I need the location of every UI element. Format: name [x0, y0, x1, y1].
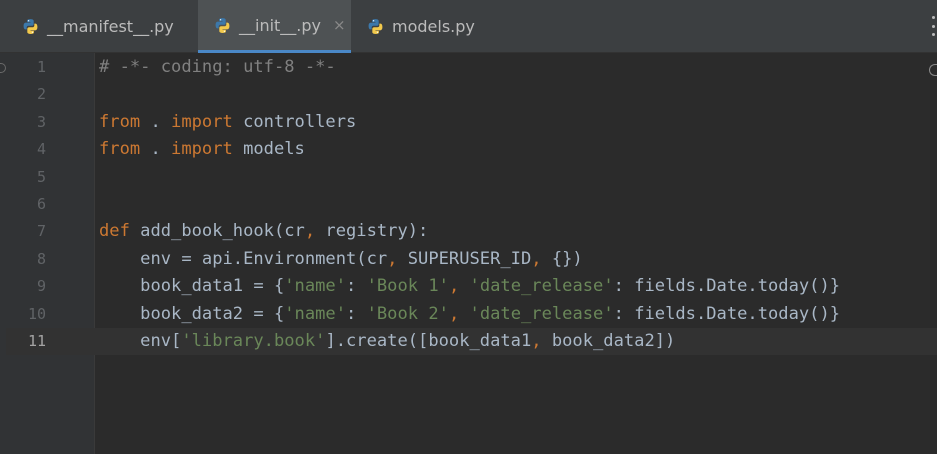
python-file-icon	[215, 17, 230, 33]
code-text[interactable]: env['library.book'].create([book_data1, …	[99, 328, 675, 355]
tab-label: models.py	[392, 17, 475, 36]
line-number: 2	[36, 85, 46, 104]
tab-label: __init__.py	[239, 15, 322, 35]
code-token: ,	[448, 276, 460, 297]
line-number: 11	[27, 332, 46, 350]
code-token: 'date_release'	[469, 303, 614, 324]
more-options-icon[interactable]	[930, 16, 936, 36]
code-token: .	[140, 139, 172, 160]
code-token: SUPERUSER_ID	[397, 248, 532, 269]
code-token: ,	[531, 331, 542, 351]
code-token: # -*- coding: utf-8 -*-	[99, 57, 336, 77]
code-token: env[	[99, 331, 182, 351]
code-token: from	[99, 111, 141, 132]
line-number: 3	[36, 112, 46, 131]
close-icon[interactable]: ×	[333, 16, 346, 34]
code-text[interactable]: # -*- coding: utf-8 -*-	[99, 54, 336, 81]
code-line[interactable]: 10 book_data2 = {'name': 'Book 2', 'date…	[6, 301, 937, 328]
tab-manifest[interactable]: __manifest__.py	[22, 0, 198, 53]
code-line[interactable]: 4 from . import models	[6, 136, 937, 163]
code-text[interactable]: from . import controllers	[99, 109, 356, 136]
line-number: 9	[36, 277, 46, 296]
code-line[interactable]: 2	[6, 81, 937, 108]
python-file-icon	[368, 19, 383, 34]
code-token: 'name'	[284, 303, 346, 324]
code-token: from	[99, 139, 141, 160]
code-token: ,	[531, 248, 542, 269]
line-number: 8	[36, 249, 46, 268]
editor-tab-bar: __manifest__.py __init__.py × models.py	[0, 0, 937, 53]
code-line[interactable]: 7 def add_book_hook(cr, registry):	[6, 218, 937, 245]
code-token: .	[140, 111, 172, 132]
code-text[interactable]: env = api.Environment(cr, SUPERUSER_ID, …	[99, 246, 583, 273]
tab-label: __manifest__.py	[47, 17, 174, 36]
code-text[interactable]: from . import models	[99, 136, 305, 163]
line-number: 6	[36, 195, 46, 213]
code-token: 'Book 2'	[366, 303, 449, 324]
code-token: add_book_hook(cr	[129, 221, 305, 242]
code-token: {})	[541, 248, 583, 269]
code-token: 'date_release'	[469, 276, 614, 297]
code-line[interactable]: 11 env['library.book'].create([book_data…	[6, 328, 937, 355]
code-token: controllers	[232, 111, 357, 132]
code-token: def	[99, 221, 130, 242]
code-token: book_data2 = {	[99, 303, 285, 324]
code-token: : fields.Date.today()}	[613, 303, 841, 324]
tab-models[interactable]: models.py	[351, 0, 491, 53]
code-token: :	[346, 276, 367, 297]
code-token: : fields.Date.today()}	[613, 276, 841, 297]
code-line[interactable]: 9 book_data1 = {'name': 'Book 1', 'date_…	[6, 273, 937, 300]
inspection-marker-icon[interactable]	[929, 64, 937, 76]
code-line[interactable]: 6	[6, 191, 937, 218]
code-line[interactable]: 5	[6, 164, 937, 191]
code-line[interactable]: 3 from . import controllers	[6, 109, 937, 136]
code-editor[interactable]: 1 # -*- coding: utf-8 -*- 2 3 from . import …	[6, 53, 937, 454]
python-file-icon	[23, 19, 38, 34]
code-token: 'library.book'	[181, 331, 326, 351]
code-token: import	[171, 139, 233, 160]
line-number: 4	[36, 140, 46, 159]
code-token: ,	[387, 248, 398, 269]
line-number: 5	[36, 167, 46, 186]
code-text[interactable]: book_data1 = {'name': 'Book 1', 'date_re…	[99, 273, 840, 300]
line-number: 7	[36, 222, 46, 241]
code-token: :	[346, 303, 367, 324]
code-token: book_data1 = {	[99, 276, 285, 297]
code-line[interactable]: 8 env = api.Environment(cr, SUPERUSER_ID…	[6, 246, 937, 273]
code-token: 'name'	[284, 276, 346, 297]
code-token: models	[232, 139, 305, 160]
code-token: env = api.Environment(cr	[99, 248, 388, 269]
code-token: ,	[448, 303, 460, 324]
code-text[interactable]: book_data2 = {'name': 'Book 2', 'date_re…	[99, 301, 840, 328]
line-number: 1	[36, 58, 46, 76]
code-text[interactable]: def add_book_hook(cr, registry):	[99, 218, 428, 245]
code-token: import	[171, 111, 233, 132]
code-token: ,	[304, 221, 316, 242]
code-token: registry):	[315, 221, 429, 242]
code-line[interactable]: 1 # -*- coding: utf-8 -*-	[6, 54, 937, 81]
line-number: 10	[27, 304, 46, 323]
code-token: book_data2])	[541, 331, 676, 351]
code-token: 'Book 1'	[366, 276, 449, 297]
code-token: ].create([book_data1	[325, 331, 532, 351]
tab-init[interactable]: __init__.py ×	[198, 0, 351, 53]
